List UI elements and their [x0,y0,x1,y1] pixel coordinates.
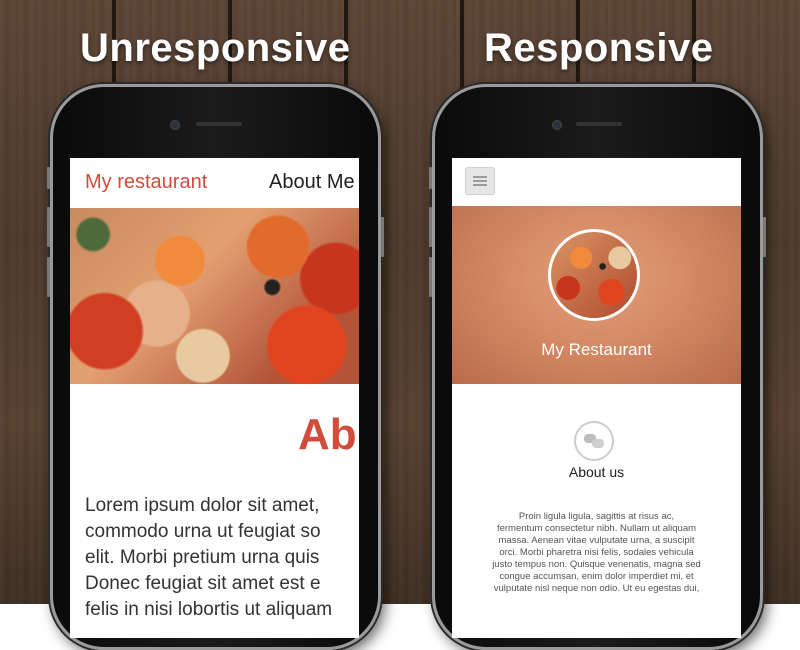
mute-switch [47,167,50,189]
camera-icon [552,120,562,130]
top-navigation: My restaurant About Me [70,158,359,208]
responsive-screen: My Restaurant About us Proin ligula ligu… [452,158,741,638]
restaurant-name: My Restaurant [541,340,652,359]
unresponsive-heading: Unresponsive [80,26,351,70]
mute-switch [429,167,432,189]
about-paragraph: Proin ligula ligula, sagittis at risus a… [492,511,701,594]
nav-about-link[interactable]: About Me [269,171,355,194]
power-button [763,217,766,257]
volume-down-button [47,257,50,297]
power-button [381,217,384,257]
speaker-grille [196,122,242,126]
about-us-heading: About us [568,464,625,480]
volume-up-button [429,207,432,247]
hamburger-menu-icon[interactable] [465,167,495,195]
restaurant-avatar [548,229,640,321]
camera-icon [170,120,180,130]
food-hero-image [70,208,359,384]
speech-bubbles-icon [574,421,614,461]
speaker-grille [576,122,622,126]
volume-up-button [47,207,50,247]
volume-down-button [429,257,432,297]
unresponsive-screen: My restaurant About Me Ab Lorem ipsum do… [70,158,359,638]
hero-banner: My Restaurant [452,206,741,384]
unresponsive-phone: My restaurant About Me Ab Lorem ipsum do… [47,84,384,650]
about-heading: Ab [298,410,357,459]
brand-link[interactable]: My restaurant [85,171,207,194]
responsive-heading: Responsive [484,26,714,70]
top-navigation [452,158,741,206]
responsive-phone: My Restaurant About us Proin ligula ligu… [429,84,766,650]
